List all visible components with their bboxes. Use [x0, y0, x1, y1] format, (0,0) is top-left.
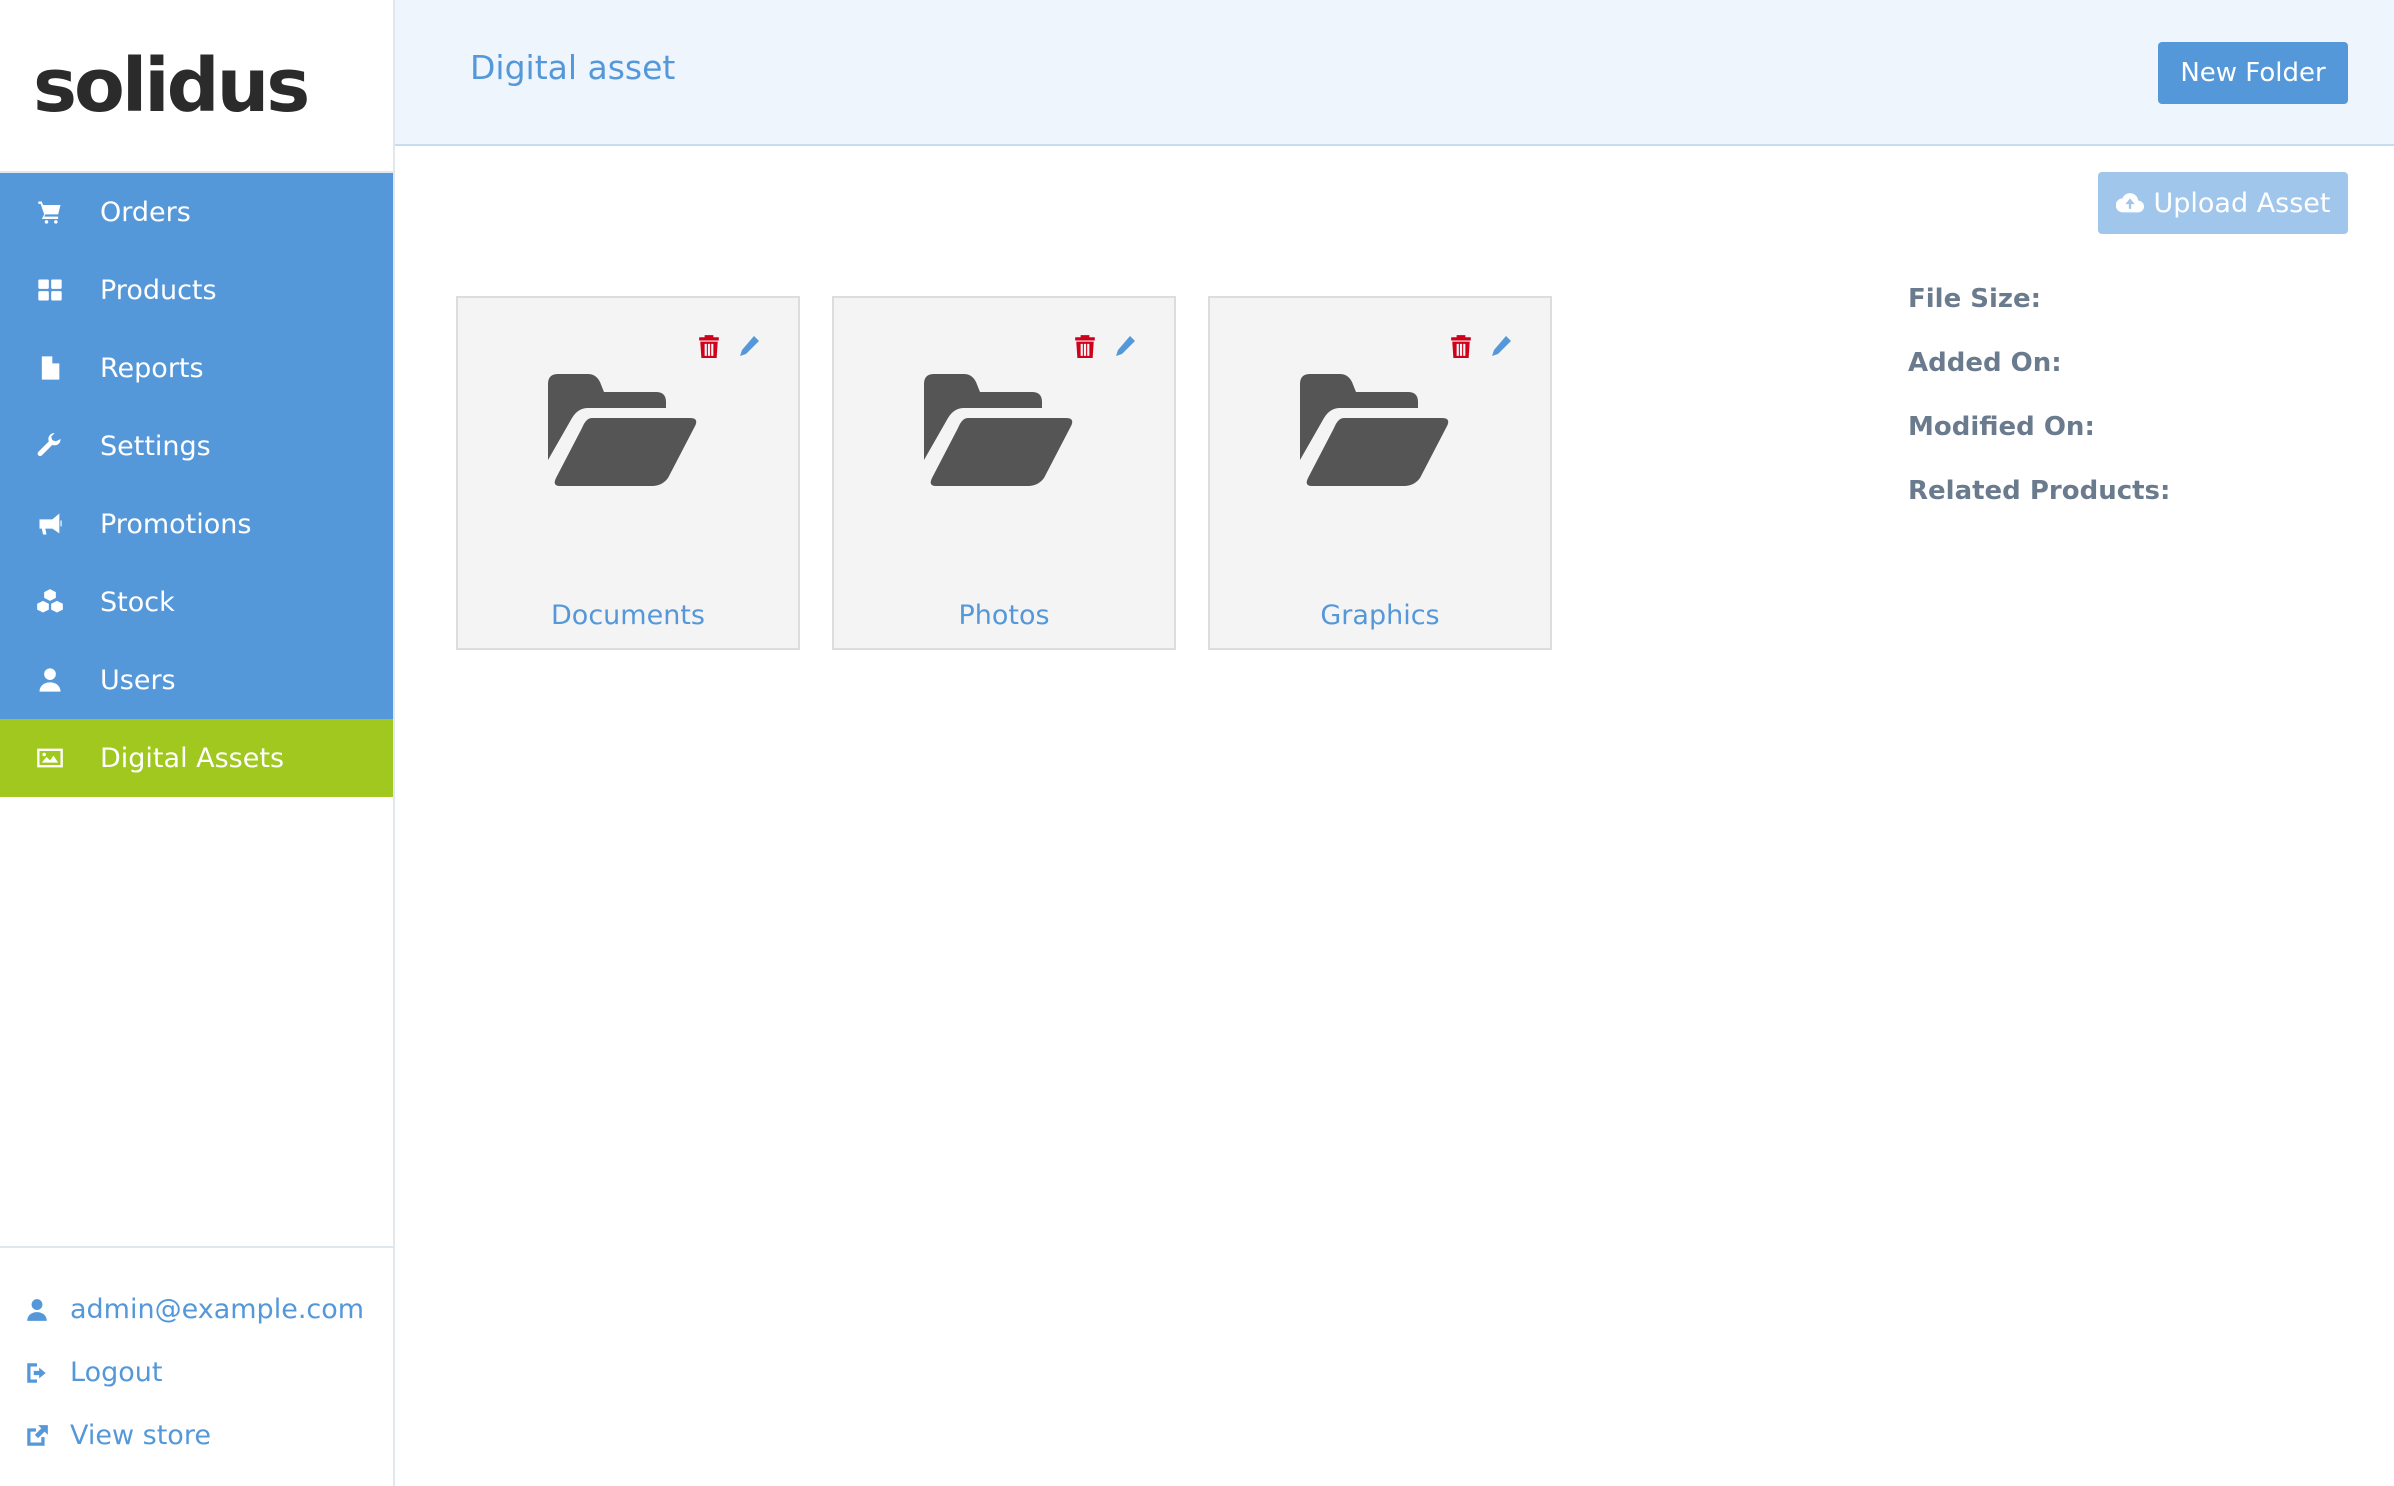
sidebar-item-orders[interactable]: Orders: [0, 173, 393, 251]
cubes-icon: [0, 588, 100, 616]
wrench-icon: [0, 432, 100, 460]
sidebar-item-digital-assets[interactable]: Digital Assets: [0, 719, 393, 797]
sidebar-item-products[interactable]: Products: [0, 251, 393, 329]
user-email: admin@example.com: [70, 1294, 365, 1325]
trash-icon[interactable]: [1450, 334, 1472, 362]
user-icon: [0, 666, 100, 694]
folder-name[interactable]: Photos: [834, 600, 1174, 631]
sidebar-item-label: Stock: [100, 586, 175, 618]
folder-card[interactable]: Graphics: [1208, 296, 1552, 650]
sidebar-item-promotions[interactable]: Promotions: [0, 485, 393, 563]
folder-card[interactable]: Photos: [832, 296, 1176, 650]
logo[interactable]: solidus: [33, 43, 310, 129]
folder-grid: Documents Photos Graphics: [456, 296, 1552, 650]
sidebar-item-label: Reports: [100, 352, 204, 384]
folder-name[interactable]: Documents: [458, 600, 798, 631]
file-icon: [0, 354, 100, 382]
upload-asset-button[interactable]: Upload Asset: [2098, 172, 2348, 234]
asset-details-panel: File Size: Added On: Modified On: Relate…: [1908, 284, 2170, 540]
logo-area: solidus: [0, 0, 393, 173]
folder-open-icon: [924, 374, 1074, 490]
file-size-label: File Size:: [1908, 284, 2042, 314]
page-header: Digital asset New Folder: [395, 0, 2394, 146]
card-actions: [1450, 334, 1512, 362]
main-nav: Orders Products Reports Settings Promoti…: [0, 173, 393, 797]
pencil-icon[interactable]: [738, 334, 760, 362]
page-title: Digital asset: [470, 48, 676, 87]
cart-icon: [0, 198, 100, 226]
card-actions: [698, 334, 760, 362]
sidebar-item-label: Digital Assets: [100, 742, 285, 774]
logout-link[interactable]: Logout: [0, 1341, 393, 1404]
folder-open-icon: [1300, 374, 1450, 490]
card-actions: [1074, 334, 1136, 362]
user-account-link[interactable]: admin@example.com: [0, 1278, 393, 1341]
sidebar-item-users[interactable]: Users: [0, 641, 393, 719]
new-folder-button[interactable]: New Folder: [2158, 42, 2348, 104]
trash-icon[interactable]: [698, 334, 720, 362]
folder-open-icon: [548, 374, 698, 490]
added-on-label: Added On:: [1908, 348, 2062, 378]
view-store-label: View store: [70, 1420, 211, 1451]
sidebar-item-label: Users: [100, 664, 176, 696]
sidebar-item-label: Orders: [100, 196, 191, 228]
sidebar-item-stock[interactable]: Stock: [0, 563, 393, 641]
sidebar-item-label: Products: [100, 274, 217, 306]
sidebar-footer: admin@example.com Logout View store: [0, 1246, 393, 1486]
sidebar: solidus Orders Products Reports Settings: [0, 0, 395, 1486]
external-link-icon: [27, 1424, 48, 1446]
sidebar-item-label: Settings: [100, 430, 211, 462]
modified-on-label: Modified On:: [1908, 412, 2095, 442]
folder-name[interactable]: Graphics: [1210, 600, 1550, 631]
bullhorn-icon: [0, 510, 100, 538]
sign-out-icon: [27, 1362, 46, 1383]
upload-asset-label: Upload Asset: [2153, 187, 2331, 219]
sidebar-item-reports[interactable]: Reports: [0, 329, 393, 407]
user-icon: [27, 1298, 47, 1321]
trash-icon[interactable]: [1074, 334, 1096, 362]
folder-card[interactable]: Documents: [456, 296, 800, 650]
pencil-icon[interactable]: [1114, 334, 1136, 362]
view-store-link[interactable]: View store: [0, 1404, 393, 1467]
sidebar-item-label: Promotions: [100, 508, 252, 540]
th-large-icon: [0, 276, 100, 304]
logout-label: Logout: [70, 1357, 163, 1388]
sidebar-item-settings[interactable]: Settings: [0, 407, 393, 485]
image-icon: [0, 744, 100, 772]
related-products-label: Related Products:: [1908, 476, 2171, 506]
cloud-upload-icon: [2115, 193, 2144, 213]
pencil-icon[interactable]: [1490, 334, 1512, 362]
